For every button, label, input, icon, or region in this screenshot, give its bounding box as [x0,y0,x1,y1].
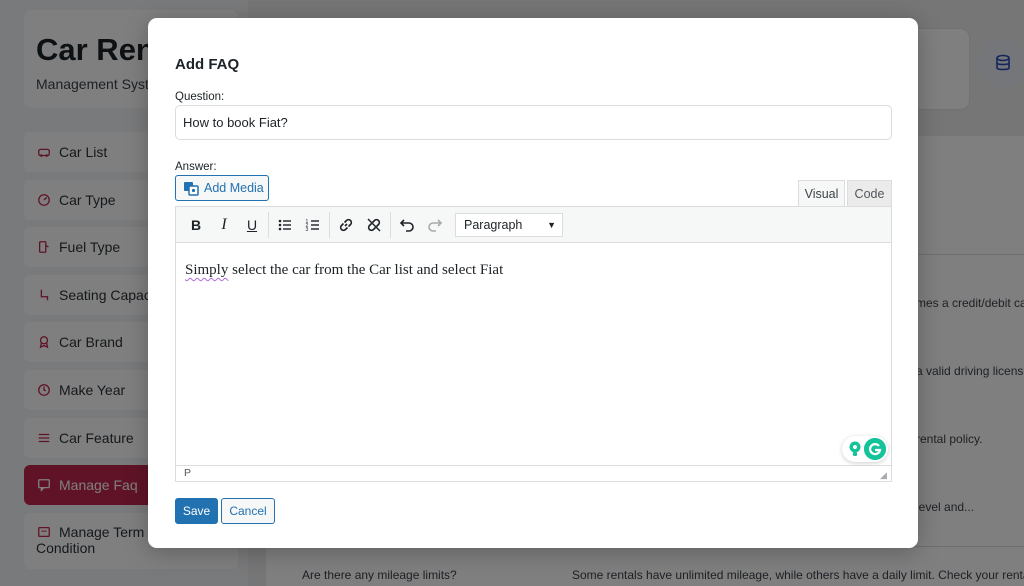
svg-text:3: 3 [306,227,309,233]
grammarly-widget[interactable] [842,436,888,462]
media-icon [183,180,199,196]
chevron-down-icon: ▼ [547,219,556,230]
resize-handle-icon[interactable]: ◢ [880,471,889,480]
dialog-title: Add FAQ [175,56,240,73]
link-icon[interactable] [332,211,360,239]
save-button[interactable]: Save [175,498,218,524]
tab-visual[interactable]: Visual [798,180,845,206]
add-faq-dialog: Add FAQ Question: Answer: Add Media Visu… [148,18,918,548]
add-media-button[interactable]: Add Media [175,175,269,201]
question-input[interactable] [175,105,892,140]
numbered-list-icon[interactable]: 123 [299,211,327,239]
italic-button[interactable]: I [210,211,238,239]
bulb-icon[interactable] [848,440,862,458]
format-select[interactable]: Paragraph ▼ [455,212,563,237]
element-path[interactable]: P [184,467,191,479]
editor-text: select the car from the Car list and sel… [228,262,504,278]
redo-icon[interactable] [421,211,449,239]
answer-editor[interactable]: B I U 123 Paragraph ▼ Simply select the … [175,206,892,482]
question-label: Question: [175,91,225,103]
answer-label: Answer: [175,161,217,173]
unlink-icon[interactable] [360,211,388,239]
editor-content[interactable]: Simply select the car from the Car list … [185,262,503,279]
cancel-button[interactable]: Cancel [221,498,275,524]
bold-button[interactable]: B [182,211,210,239]
underline-button[interactable]: U [238,211,266,239]
editor-toolbar: B I U 123 Paragraph ▼ [176,207,891,243]
format-select-value: Paragraph [464,217,523,232]
spellcheck-word: Simply [185,262,229,278]
grammarly-icon[interactable] [864,438,886,460]
tab-code[interactable]: Code [847,180,892,206]
add-media-label: Add Media [204,181,264,195]
undo-icon[interactable] [393,211,421,239]
editor-statusbar: P ◢ [176,465,891,481]
bullet-list-icon[interactable] [271,211,299,239]
